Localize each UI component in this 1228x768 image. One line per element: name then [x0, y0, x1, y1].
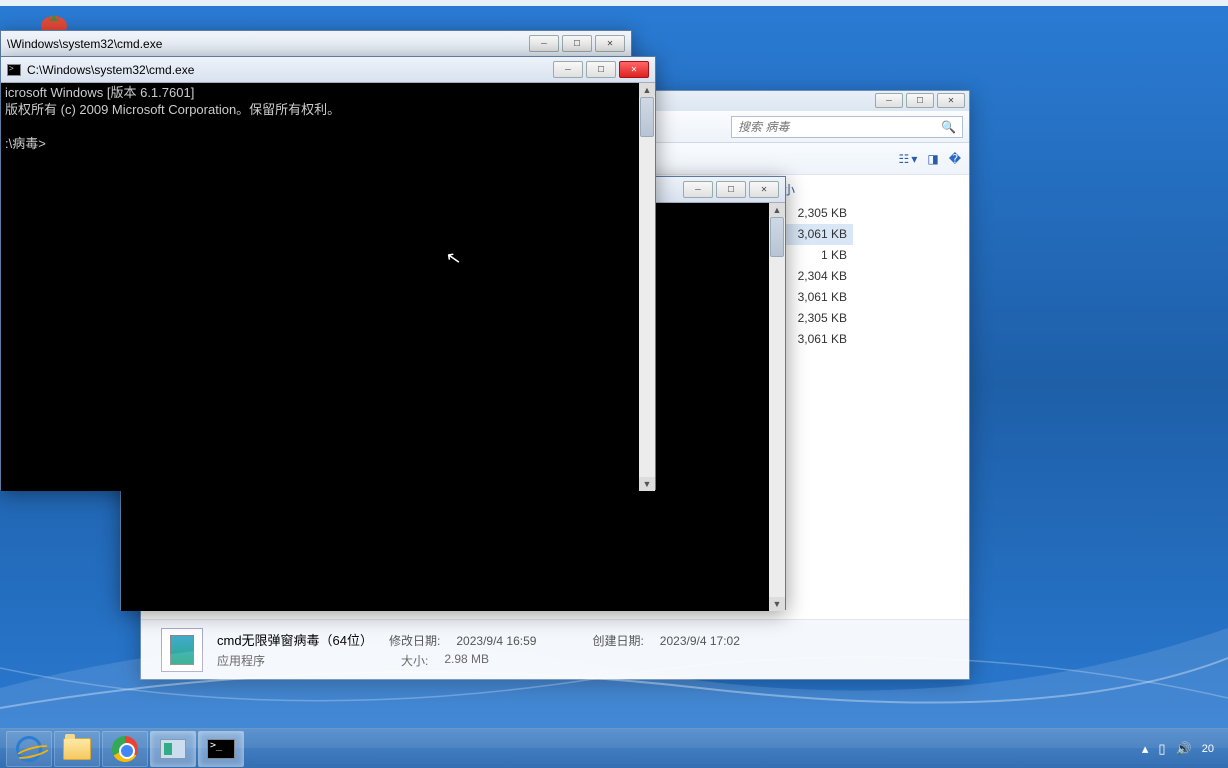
search-icon[interactable]: 🔍	[941, 120, 956, 134]
tray-clock[interactable]: 20	[1202, 743, 1214, 755]
cmd-window-front[interactable]: C:\Windows\system32\cmd.exe ─ ☐ ✕ icroso…	[0, 56, 656, 490]
taskbar-cmd[interactable]: >_	[198, 731, 244, 767]
maximize-button[interactable]: ☐	[562, 35, 592, 52]
scroll-up-arrow[interactable]: ▲	[769, 203, 785, 217]
taskbar-explorer[interactable]	[54, 731, 100, 767]
app-icon	[160, 739, 186, 759]
scroll-thumb[interactable]	[770, 217, 784, 257]
taskbar[interactable]: >_ ▴ ▯ 🔊 20	[0, 728, 1228, 768]
tray-volume-icon[interactable]: 🔊	[1176, 741, 1192, 757]
cmd-title-text: \Windows\system32\cmd.exe	[7, 37, 523, 51]
cmd-window-back[interactable]: \Windows\system32\cmd.exe ─ ☐ ✕	[0, 30, 632, 58]
scroll-thumb[interactable]	[640, 97, 654, 137]
maximize-button[interactable]: ☐	[716, 181, 746, 198]
file-type-icon	[161, 628, 203, 672]
maximize-button[interactable]: ☐	[586, 61, 616, 78]
close-button[interactable]: ✕	[619, 61, 649, 78]
cmd-body[interactable]: icrosoft Windows [版本 6.1.7601] 版权所有 (c) …	[1, 83, 655, 491]
scroll-down-arrow[interactable]: ▼	[769, 597, 785, 611]
close-button[interactable]: ✕	[595, 35, 625, 52]
top-edge-band	[0, 0, 1228, 6]
close-button[interactable]: ✕	[937, 93, 965, 108]
folder-icon	[63, 738, 91, 760]
tray-network-icon[interactable]: ▯	[1158, 741, 1165, 757]
minimize-button[interactable]: ─	[553, 61, 583, 78]
cmd-prompt: :\病毒>	[5, 136, 46, 151]
scroll-up-arrow[interactable]: ▲	[639, 83, 655, 97]
ie-icon	[16, 736, 42, 762]
close-button[interactable]: ✕	[749, 181, 779, 198]
search-box[interactable]: 🔍	[731, 116, 963, 138]
details-size-label: 大小:	[401, 652, 428, 669]
minimize-button[interactable]: ─	[529, 35, 559, 52]
cmd-title-text: C:\Windows\system32\cmd.exe	[27, 63, 547, 77]
cmd-line: 版权所有 (c) 2009 Microsoft Corporation。保留所有…	[5, 102, 340, 117]
details-size-value: 2.98 MB	[444, 652, 489, 669]
cmd-icon	[7, 64, 21, 76]
help-button[interactable]: �	[949, 152, 961, 166]
details-type: 应用程序	[217, 652, 265, 669]
taskbar-app[interactable]	[150, 731, 196, 767]
cmd-line: icrosoft Windows [版本 6.1.7601]	[5, 85, 194, 100]
cmd-titlebar[interactable]: \Windows\system32\cmd.exe ─ ☐ ✕	[1, 31, 631, 57]
taskbar-chrome[interactable]	[102, 731, 148, 767]
system-tray[interactable]: ▴ ▯ 🔊 20	[1142, 741, 1222, 757]
minimize-button[interactable]: ─	[875, 93, 903, 108]
details-filename: cmd无限弹窗病毒（64位）	[217, 630, 373, 649]
chrome-icon	[112, 736, 138, 762]
scroll-down-arrow[interactable]: ▼	[639, 477, 655, 491]
details-pane: cmd无限弹窗病毒（64位） 修改日期: 2023/9/4 16:59 创建日期…	[141, 619, 969, 679]
minimize-button[interactable]: ─	[683, 181, 713, 198]
details-mod-value: 2023/9/4 16:59	[456, 634, 536, 648]
details-created-label: 创建日期:	[592, 632, 643, 649]
tray-show-hidden-icon[interactable]: ▴	[1142, 741, 1149, 757]
search-input[interactable]	[738, 120, 941, 134]
maximize-button[interactable]: ☐	[906, 93, 934, 108]
view-mode-button[interactable]: ☷▾	[899, 152, 918, 166]
cmd-titlebar[interactable]: C:\Windows\system32\cmd.exe ─ ☐ ✕	[1, 57, 655, 83]
details-created-value: 2023/9/4 17:02	[660, 634, 740, 648]
taskbar-ie[interactable]	[6, 731, 52, 767]
scrollbar[interactable]: ▲ ▼	[769, 203, 785, 611]
preview-pane-button[interactable]: ◨	[927, 152, 938, 166]
scrollbar[interactable]: ▲ ▼	[639, 83, 655, 491]
cmd-taskbar-icon: >_	[207, 739, 235, 759]
details-mod-label: 修改日期:	[389, 632, 440, 649]
